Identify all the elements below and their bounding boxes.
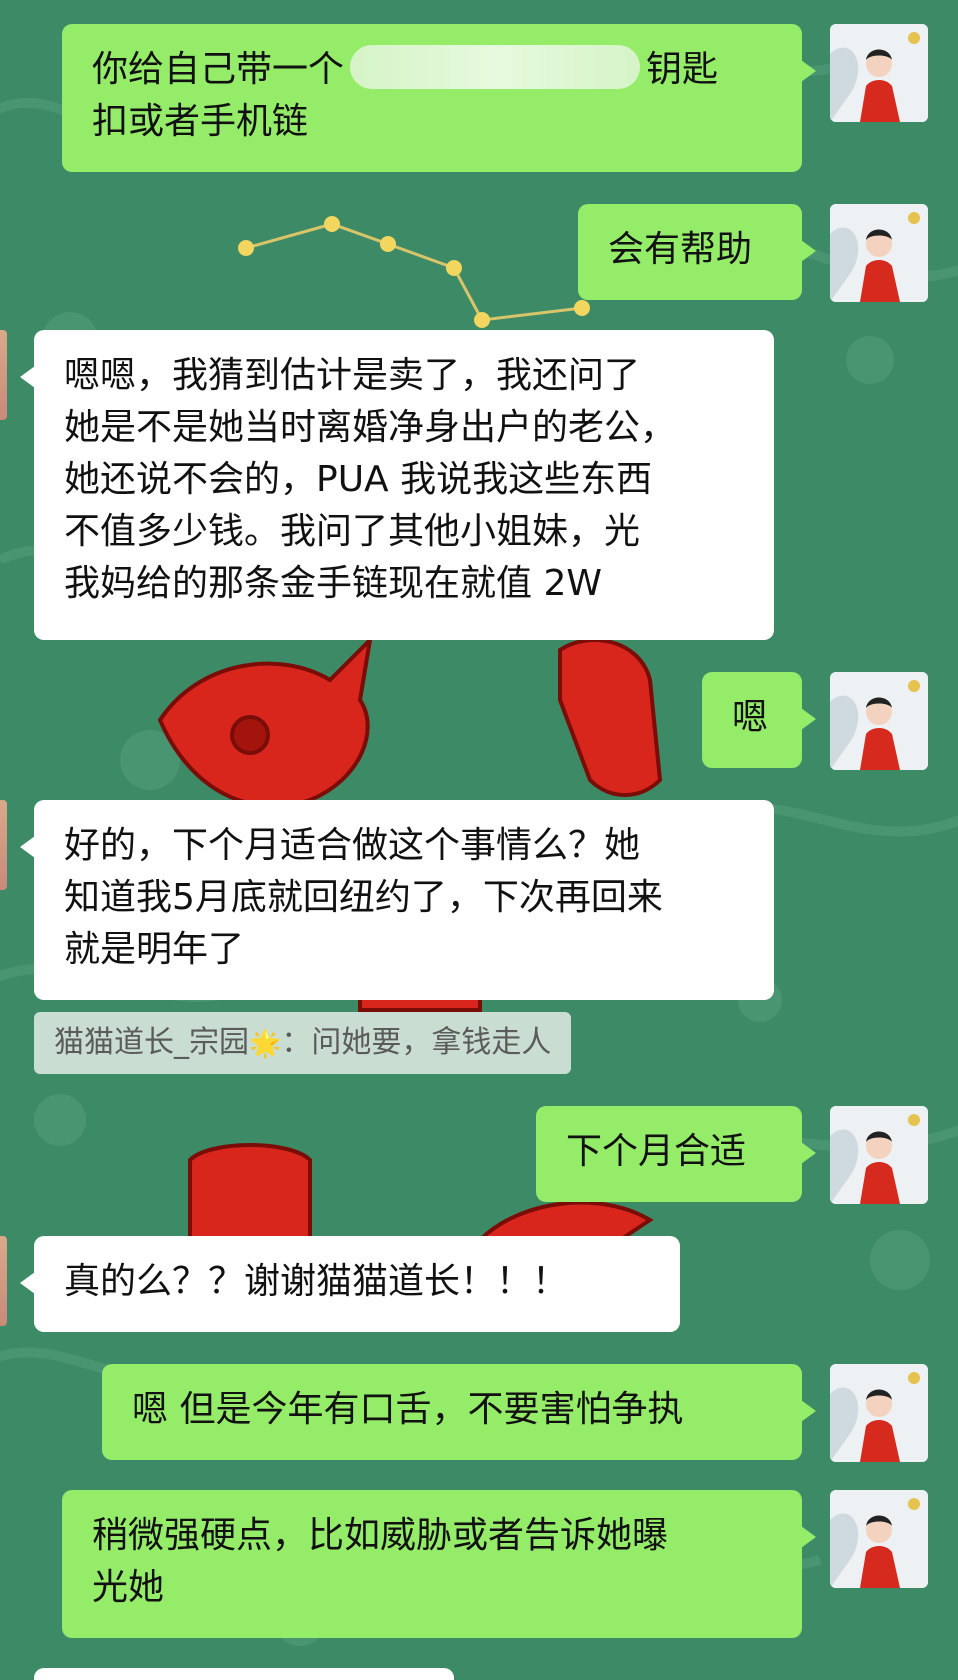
- message-line: 扣或者手机链: [92, 101, 309, 142]
- message-line: 光她: [92, 1567, 165, 1608]
- message-line: 下个月合适: [566, 1131, 747, 1172]
- message-line: 知道我5月底就回纽约了，下次再回来: [64, 877, 663, 918]
- redaction-blur: [350, 45, 641, 89]
- star-icon: 🌟: [249, 1029, 282, 1059]
- message-bubble-incoming[interactable]: 好的，下个月适合做这个事情么？她 知道我5月底就回纽约了，下次再回来 就是明年了: [20, 800, 774, 1000]
- sender-avatar-edge[interactable]: [0, 1236, 7, 1326]
- message-line: 会有帮助: [608, 229, 753, 270]
- message-bubble-outgoing[interactable]: 稍微强硬点，比如威胁或者告诉她曝 光她: [62, 1490, 816, 1638]
- message-line: 不值多少钱。我问了其他小姐妹，光: [64, 511, 641, 552]
- avatar-icon[interactable]: [830, 24, 928, 122]
- avatar-icon[interactable]: [830, 1490, 928, 1588]
- message-line: 她是不是她当时离婚净身出户的老公，: [64, 407, 677, 448]
- message-line: 稍微强硬点，比如威胁或者告诉她曝: [92, 1515, 669, 1556]
- message-line: 嗯 但是今年有口舌，不要害怕争执: [132, 1389, 684, 1430]
- message-line: 我妈给的那条金手链现在就值 2W: [64, 563, 602, 604]
- message-line: 就是明年了: [64, 929, 245, 970]
- message-bubble-outgoing[interactable]: 会有帮助: [578, 204, 816, 300]
- sender-avatar-edge[interactable]: [0, 330, 7, 420]
- message-bubble-incoming-partial[interactable]: [34, 1668, 454, 1680]
- avatar-icon[interactable]: [830, 672, 928, 770]
- message-line: 她还说不会的，PUA 我说我这些东西: [64, 459, 653, 500]
- chat-screen: 你给自己带一个 钥匙 扣或者手机链 会有帮助 嗯嗯，我猜到估计是卖了，我还问了 她…: [0, 0, 958, 1680]
- message-bubble-outgoing[interactable]: 嗯 但是今年有口舌，不要害怕争执: [102, 1364, 816, 1460]
- message-bubble-outgoing[interactable]: 嗯: [702, 672, 816, 768]
- message-line: 嗯: [732, 697, 769, 738]
- message-bubble-outgoing[interactable]: 下个月合适: [536, 1106, 816, 1202]
- message-line: 嗯嗯，我猜到估计是卖了，我还问了: [64, 355, 641, 396]
- quote-author: 猫猫道长_宗园: [54, 1025, 249, 1060]
- quoted-message[interactable]: 猫猫道长_宗园🌟：问她要，拿钱走人: [34, 1012, 572, 1074]
- message-bubble-incoming[interactable]: 嗯嗯，我猜到估计是卖了，我还问了 她是不是她当时离婚净身出户的老公， 她还说不会…: [20, 330, 774, 640]
- message-bubble-outgoing[interactable]: 你给自己带一个 钥匙 扣或者手机链: [62, 24, 816, 172]
- sender-avatar-edge[interactable]: [0, 800, 7, 890]
- avatar-icon[interactable]: [830, 204, 928, 302]
- quote-separator: ：: [281, 1025, 312, 1060]
- message-bubble-incoming[interactable]: 真的么？？谢谢猫猫道长！！！: [20, 1236, 680, 1332]
- message-line: 真的么？？谢谢猫猫道长！！！: [64, 1261, 569, 1302]
- quote-text: 问她要，拿钱走人: [311, 1025, 552, 1060]
- message-line: 好的，下个月适合做这个事情么？她: [64, 825, 641, 866]
- message-line: 你给自己带一个 钥匙: [92, 44, 772, 96]
- avatar-icon[interactable]: [830, 1364, 928, 1462]
- avatar-icon[interactable]: [830, 1106, 928, 1204]
